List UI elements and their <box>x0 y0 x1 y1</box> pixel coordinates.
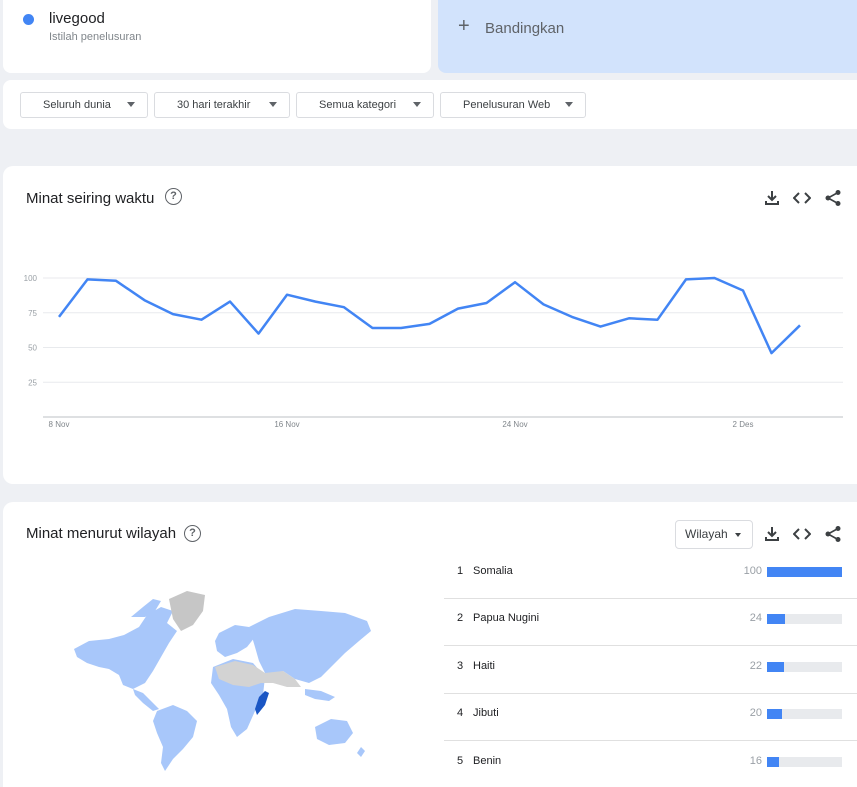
region-name: Somalia <box>473 565 513 577</box>
region-rank: 4 <box>457 707 464 719</box>
map-europe <box>215 625 255 657</box>
filter-category-label: Semua kategori <box>319 99 397 111</box>
map-southeast-asia <box>305 689 335 701</box>
chart-series-line <box>58 276 801 355</box>
region-bar-fill <box>767 567 842 577</box>
region-rank: 3 <box>457 660 464 672</box>
chart-y-tick-label: 50 <box>28 344 37 353</box>
caret-down-icon <box>269 102 277 107</box>
region-bar-track <box>767 567 842 577</box>
region-rank: 1 <box>457 565 464 577</box>
region-bar-track <box>767 757 842 767</box>
region-bar-track <box>767 709 842 719</box>
filter-region-label: Seluruh dunia <box>43 99 111 111</box>
filter-category-dropdown[interactable]: Semua kategori <box>296 92 434 118</box>
search-term-name[interactable]: livegood <box>49 10 105 27</box>
caret-down-icon <box>565 102 573 107</box>
compare-label: Bandingkan <box>485 20 565 37</box>
chart-x-tick-label: 16 Nov <box>274 420 299 429</box>
region-value: 24 <box>749 612 762 624</box>
interest-by-region-title: Minat menurut wilayah <box>26 525 177 542</box>
region-name: Papua Nugini <box>473 612 540 624</box>
region-value: 22 <box>749 660 762 672</box>
region-bar-fill <box>767 709 782 719</box>
filter-search-type-label: Penelusuran Web <box>463 99 551 111</box>
region-rank: 5 <box>457 755 464 767</box>
chart-y-tick-label: 25 <box>28 378 37 387</box>
region-bar-fill <box>767 662 784 672</box>
region-value: 16 <box>749 755 762 767</box>
interest-line-chart[interactable]: 100 75 50 25 8 Nov 16 Nov 24 Nov 2 Des <box>3 166 857 484</box>
term-color-dot <box>23 14 34 25</box>
region-name: Jibuti <box>473 707 499 719</box>
map-south-america <box>153 705 197 771</box>
plus-icon: + <box>458 15 470 37</box>
caret-down-icon <box>127 102 135 107</box>
filter-region-dropdown[interactable]: Seluruh dunia <box>20 92 148 118</box>
region-bar-fill <box>767 614 785 624</box>
region-row[interactable]: 1 Somalia 100 <box>444 552 857 599</box>
region-name: Benin <box>473 755 502 767</box>
chart-y-tick-label: 100 <box>24 274 38 283</box>
map-new-zealand <box>357 747 365 757</box>
region-row[interactable]: 3 Haiti 22 <box>444 647 857 694</box>
region-bar-track <box>767 614 842 624</box>
chart-x-tick-label: 2 Des <box>733 420 754 429</box>
map-greenland <box>169 591 205 631</box>
region-bar-track <box>767 662 842 672</box>
interest-over-time-card: Minat seiring waktu ? 100 75 50 25 8 Nov 16 … <box>3 166 857 484</box>
caret-down-icon <box>413 102 421 107</box>
share-icon[interactable] <box>824 525 842 543</box>
region-row[interactable]: 4 Jibuti 20 <box>444 694 857 741</box>
map-central-america <box>133 689 159 711</box>
search-term-card[interactable]: livegood Istilah penelusuran <box>3 0 431 73</box>
compare-button[interactable]: + Bandingkan <box>438 0 857 73</box>
filter-time-label: 30 hari terakhir <box>177 99 251 111</box>
map-australia <box>315 719 353 745</box>
filter-time-dropdown[interactable]: 30 hari terakhir <box>154 92 290 118</box>
region-name: Haiti <box>473 660 496 672</box>
map-north-america <box>74 607 177 689</box>
region-rank: 2 <box>457 612 464 624</box>
chart-x-tick-label: 24 Nov <box>502 420 527 429</box>
filter-bar: Seluruh dunia 30 hari terakhir Semua kat… <box>3 80 857 129</box>
filter-search-type-dropdown[interactable]: Penelusuran Web <box>440 92 586 118</box>
region-level-select[interactable]: Wilayah <box>675 520 753 549</box>
region-row[interactable]: 5 Benin 16 <box>444 742 857 787</box>
caret-down-icon <box>735 533 741 537</box>
map-asia <box>249 609 371 683</box>
interest-by-region-card: Minat menurut wilayah ? Wilayah 1 Somali… <box>3 502 857 787</box>
chart-x-tick-label: 8 Nov <box>49 420 70 429</box>
region-bar-fill <box>767 757 779 767</box>
world-map[interactable] <box>69 587 373 777</box>
region-level-label: Wilayah <box>685 527 728 541</box>
download-icon[interactable] <box>763 525 781 543</box>
region-row[interactable]: 2 Papua Nugini 24 <box>444 599 857 646</box>
region-value: 20 <box>749 707 762 719</box>
embed-icon[interactable] <box>793 525 811 543</box>
help-icon[interactable]: ? <box>184 525 201 542</box>
chart-y-tick-label: 75 <box>28 309 37 318</box>
region-value: 100 <box>743 565 762 577</box>
search-term-subtitle: Istilah penelusuran <box>49 31 142 43</box>
